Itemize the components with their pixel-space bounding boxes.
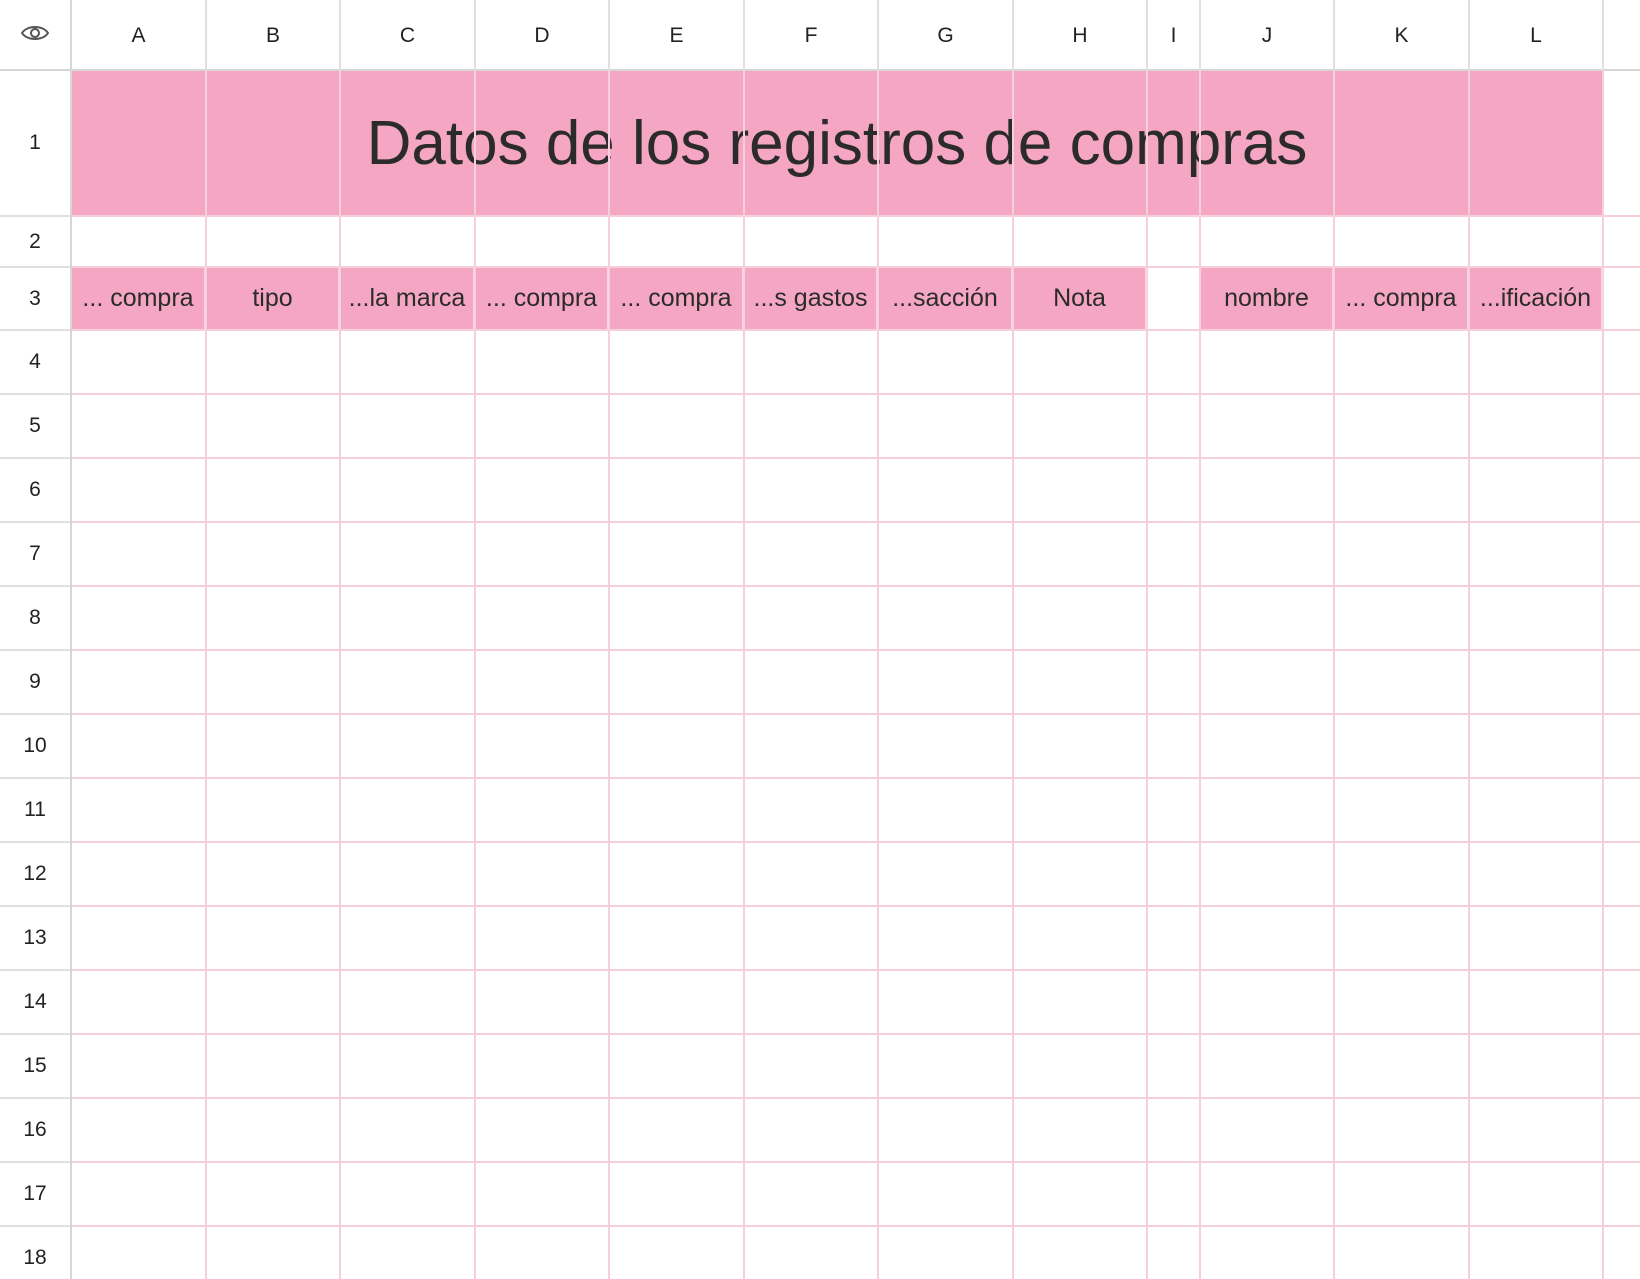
column-header-h[interactable]: H bbox=[1014, 0, 1148, 71]
gridline-horizontal bbox=[72, 1225, 1640, 1227]
sheet-title: Datos de los registros de compras bbox=[366, 108, 1308, 178]
gridline-horizontal bbox=[72, 905, 1640, 907]
eye-icon bbox=[20, 23, 50, 48]
row-header-16[interactable]: 16 bbox=[0, 1099, 70, 1163]
header-cell-h[interactable]: Nota bbox=[1014, 268, 1147, 329]
visibility-toggle[interactable] bbox=[0, 0, 72, 71]
gridline-horizontal bbox=[72, 585, 1640, 587]
row-header-18[interactable]: 18 bbox=[0, 1227, 70, 1279]
row-header-2[interactable]: 2 bbox=[0, 217, 70, 268]
row-header-14[interactable]: 14 bbox=[0, 971, 70, 1035]
column-header-g[interactable]: G bbox=[879, 0, 1014, 71]
header-cell-f[interactable]: ...s gastos bbox=[745, 268, 878, 329]
gridline-horizontal bbox=[72, 457, 1640, 459]
row-header-3[interactable]: 3 bbox=[0, 268, 70, 331]
gridline-horizontal bbox=[72, 215, 1640, 217]
header-label: tipo bbox=[252, 284, 293, 312]
row-header-9[interactable]: 9 bbox=[0, 651, 70, 715]
header-cell-k[interactable]: ... compra bbox=[1335, 268, 1469, 329]
header-cell-e[interactable]: ... compra bbox=[610, 268, 744, 329]
column-header-i[interactable]: I bbox=[1148, 0, 1201, 71]
gridline-horizontal bbox=[72, 969, 1640, 971]
row-header-13[interactable]: 13 bbox=[0, 907, 70, 971]
gridline-horizontal bbox=[72, 777, 1640, 779]
header-label: ... compra bbox=[1345, 284, 1457, 312]
header-label: ...ificación bbox=[1479, 284, 1592, 312]
header-label: ...s gastos bbox=[753, 284, 868, 312]
gridline-horizontal bbox=[72, 841, 1640, 843]
gridline-horizontal bbox=[72, 713, 1640, 715]
row-header-6[interactable]: 6 bbox=[0, 459, 70, 523]
column-header-f[interactable]: F bbox=[745, 0, 879, 71]
column-header-e[interactable]: E bbox=[610, 0, 745, 71]
column-header-j[interactable]: J bbox=[1201, 0, 1335, 71]
row-header-12[interactable]: 12 bbox=[0, 843, 70, 907]
header-label: ... compra bbox=[485, 284, 598, 312]
header-label: ...la marca bbox=[348, 284, 466, 312]
header-cell-c[interactable]: ...la marca bbox=[341, 268, 475, 329]
column-header-k[interactable]: K bbox=[1335, 0, 1470, 71]
gridline-horizontal bbox=[72, 521, 1640, 523]
header-cell-b[interactable]: tipo bbox=[207, 268, 340, 329]
header-label: Nota bbox=[1053, 284, 1106, 312]
gridline-horizontal bbox=[72, 1097, 1640, 1099]
column-header-a[interactable]: A bbox=[72, 0, 207, 71]
header-label: ...sacción bbox=[892, 284, 998, 312]
row-header-4[interactable]: 4 bbox=[0, 331, 70, 395]
gridline-horizontal bbox=[72, 649, 1640, 651]
column-header-d[interactable]: D bbox=[476, 0, 610, 71]
row-header-1[interactable]: 1 bbox=[0, 71, 70, 217]
row-header-8[interactable]: 8 bbox=[0, 587, 70, 651]
header-label: ... compra bbox=[620, 284, 732, 312]
header-label: ... compra bbox=[82, 284, 194, 312]
row-header-10[interactable]: 10 bbox=[0, 715, 70, 779]
column-header-b[interactable]: B bbox=[207, 0, 341, 71]
row-header-bar: 1 2 3 4 5 6 7 8 9 10 11 12 13 14 15 16 17 18 bbox=[0, 71, 72, 1279]
gridline-horizontal bbox=[72, 393, 1640, 395]
gridline-horizontal bbox=[72, 1033, 1640, 1035]
gridline-horizontal bbox=[72, 329, 1640, 331]
row-header-17[interactable]: 17 bbox=[0, 1163, 70, 1227]
cell-grid[interactable]: Datos de los registros de compras ... co… bbox=[72, 71, 1640, 1279]
row-header-7[interactable]: 7 bbox=[0, 523, 70, 587]
header-cell-j[interactable]: nombre bbox=[1201, 268, 1334, 329]
header-cell-l[interactable]: ...ificación bbox=[1470, 268, 1603, 329]
column-header-l[interactable]: L bbox=[1470, 0, 1604, 71]
row-header-5[interactable]: 5 bbox=[0, 395, 70, 459]
spreadsheet: 1 2 3 4 5 6 7 8 9 10 11 12 13 14 15 16 17 18 Datos de los… bbox=[0, 0, 1640, 1279]
header-cell-a[interactable]: ... compra bbox=[72, 268, 206, 329]
column-header-c[interactable]: C bbox=[341, 0, 476, 71]
header-label: nombre bbox=[1224, 284, 1309, 312]
row-header-15[interactable]: 15 bbox=[0, 1035, 70, 1099]
gridline-horizontal bbox=[72, 1161, 1640, 1163]
row-header-11[interactable]: 11 bbox=[0, 779, 70, 843]
header-cell-g[interactable]: ...sacción bbox=[879, 268, 1013, 329]
header-cell-d[interactable]: ... compra bbox=[476, 268, 609, 329]
title-cell[interactable]: Datos de los registros de compras bbox=[72, 71, 1602, 215]
